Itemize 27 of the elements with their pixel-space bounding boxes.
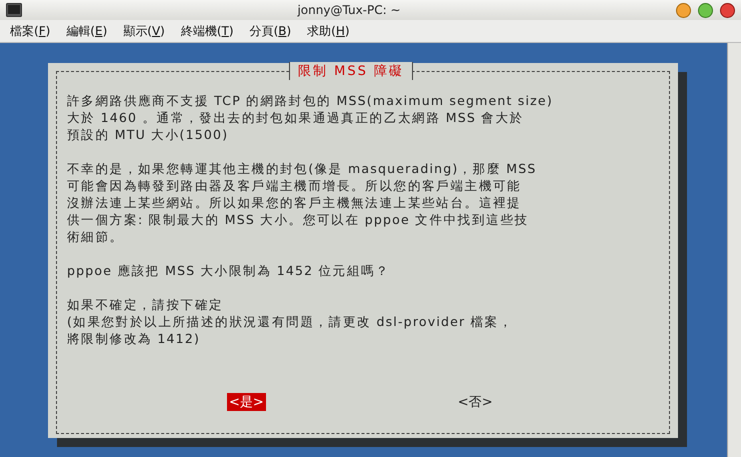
- dialog-text: 沒辦法連上某些網站。所以如果您的客戶主機無法連上某些站台。這裡提: [67, 194, 522, 211]
- dialog-text: 術細節。: [67, 228, 125, 245]
- dialog-button[interactable]: <是>: [227, 393, 266, 411]
- maximize-button[interactable]: [698, 2, 713, 18]
- menu-item[interactable]: 求助(H): [301, 22, 356, 40]
- dialog-text: 許多網路供應商不支援 TCP 的網路封包的 MSS(maximum segment size): [67, 92, 554, 109]
- dialog-text: 預設的 MTU 大小(1500): [67, 126, 230, 143]
- menu-item[interactable]: 檔案(F): [4, 22, 56, 40]
- close-button[interactable]: [720, 2, 735, 18]
- dialog-text: 大於 1460 。通常，發出去的封包如果通過真正的乙太網路 MSS 會大於: [67, 109, 525, 126]
- dialog-text: 可能會因為轉發到路由器及客戶端主機而增長。所以您的客戶端主機可能: [67, 177, 522, 194]
- dialog-text: pppoe 應該把 MSS 大小限制為 1452 位元組嗎？: [67, 262, 390, 279]
- menu-item[interactable]: 顯示(V): [117, 22, 171, 40]
- dialog-text: (如果您對於以上所描述的狀況還有問題，請更改 dsl-provider 檔案，: [67, 313, 514, 330]
- dialog-title: 限制 MSS 障礙: [289, 62, 413, 80]
- menu-item[interactable]: 終端機(T): [174, 22, 240, 40]
- dialog-button[interactable]: <否>: [456, 393, 495, 411]
- dialog-text: 將限制修改為 1412): [67, 330, 202, 347]
- dialog-text: 不幸的是，如果您轉運其他主機的封包(像是 masquerading)，那麼 MSS: [67, 160, 538, 177]
- scrollbar[interactable]: [727, 43, 741, 457]
- menu-item[interactable]: 分頁(B): [244, 22, 298, 40]
- window-title: jonny@Tux-PC: ~: [296, 3, 402, 17]
- dialog-text: 供一個方案: 限制最大的 MSS 大小。您可以在 pppoe 文件中找到這些技: [67, 211, 530, 228]
- minimize-button[interactable]: [676, 2, 691, 18]
- menu-item[interactable]: 編輯(E): [60, 22, 114, 40]
- terminal-icon: [6, 3, 22, 17]
- dialog-text: 如果不確定，請按下確定: [67, 296, 224, 313]
